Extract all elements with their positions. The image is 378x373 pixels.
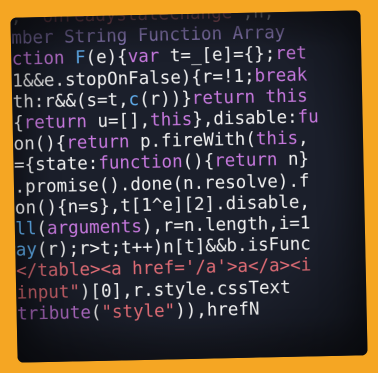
code-token: return bbox=[214, 150, 289, 172]
code-token: break bbox=[254, 65, 308, 87]
code-token: c bbox=[128, 89, 140, 111]
bottom-fade bbox=[16, 315, 368, 363]
code-token: (){ bbox=[182, 151, 215, 173]
code-token: ( bbox=[36, 219, 48, 240]
code-block: , "onreadystatechange",n,umber String Fu… bbox=[10, 10, 323, 326]
code-token: ion(){ bbox=[10, 133, 67, 156]
code-token: u=[], bbox=[97, 110, 151, 132]
code-token: return bbox=[66, 132, 141, 154]
code-token: )[0],r.style.cssText bbox=[79, 277, 291, 302]
code-token: this bbox=[149, 109, 193, 131]
code-token: "input" bbox=[10, 281, 81, 304]
code-token: all bbox=[10, 219, 37, 240]
code-token: fu bbox=[297, 107, 319, 128]
code-token: function bbox=[98, 152, 183, 175]
code-token: , bbox=[297, 128, 309, 149]
orange-frame: , "onreadystatechange",n,umber String Fu… bbox=[0, 0, 378, 373]
code-token: arguments bbox=[46, 217, 143, 240]
code-token: n} bbox=[287, 149, 310, 171]
code-token: r={state: bbox=[10, 154, 99, 177]
code-token: },disable: bbox=[192, 107, 298, 130]
top-fade bbox=[10, 10, 362, 54]
code-token: p.fireWith( bbox=[139, 129, 257, 153]
code-token: return bbox=[23, 111, 98, 134]
code-token: { bbox=[12, 113, 24, 134]
code-token: this bbox=[255, 128, 299, 150]
code-screen: , "onreadystatechange",n,umber String Fu… bbox=[10, 10, 368, 363]
code-token: (r))} bbox=[138, 88, 193, 110]
code-token: return this bbox=[191, 86, 308, 109]
code-token: gth:r&&(s=t, bbox=[10, 90, 129, 113]
code-token: ),r=n.length,i=1 bbox=[141, 213, 311, 238]
code-token: ray bbox=[10, 240, 38, 262]
